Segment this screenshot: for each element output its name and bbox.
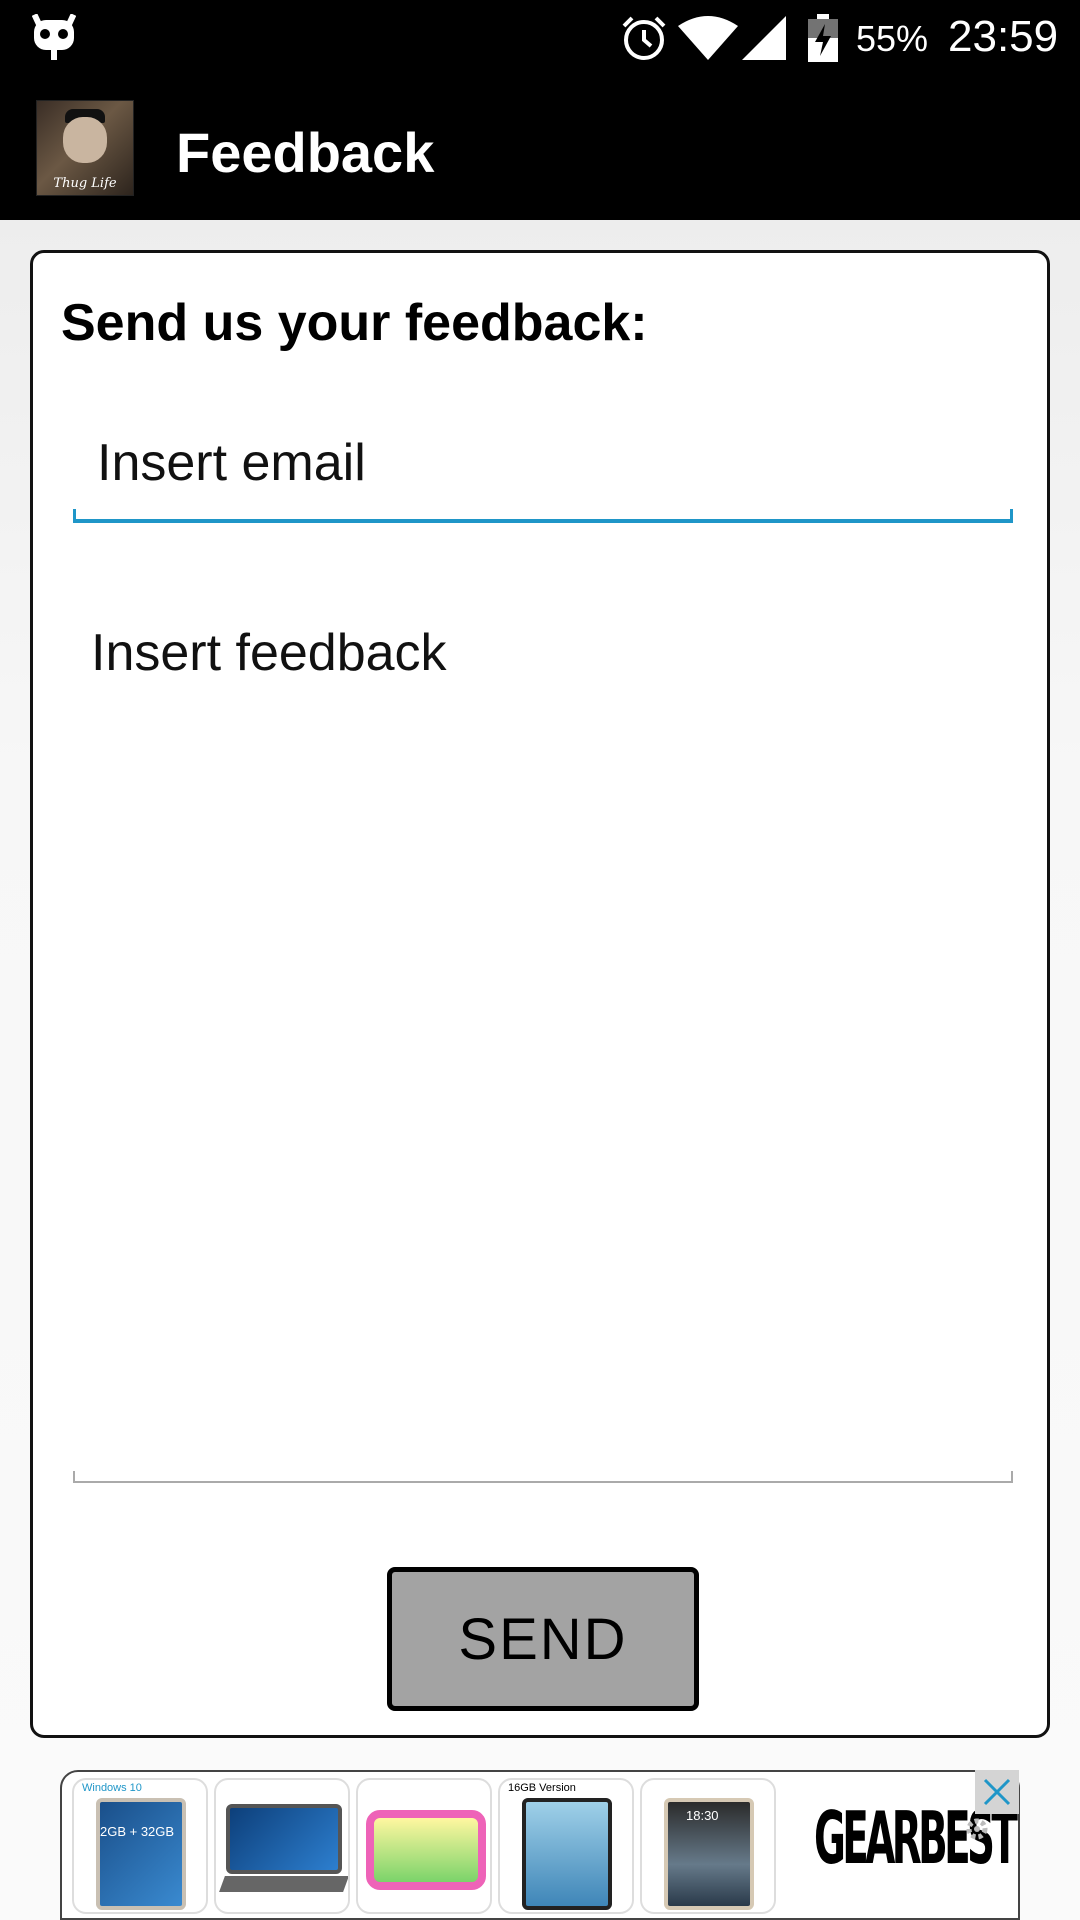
ad-item-tablet-16gb[interactable]: 16GB Version [498, 1778, 634, 1914]
feedback-input[interactable] [73, 603, 1013, 1463]
ad-banner[interactable]: Windows 10 2GB + 32GB 16GB Version 18:30… [60, 1770, 1020, 1920]
ad-item-laptop[interactable] [214, 1778, 350, 1914]
feedback-card: Send us your feedback: SEND [30, 250, 1050, 1738]
email-input[interactable] [73, 413, 1013, 513]
gear-icon [966, 1818, 988, 1840]
signal-icon [742, 16, 786, 60]
dog-shape [63, 117, 107, 163]
ad-item-label: 16GB Version [508, 1782, 576, 1794]
laptop-screen [226, 1804, 342, 1874]
email-field [73, 413, 1013, 523]
cyanogen-icon [32, 14, 76, 60]
status-bar: 55% 23:59 [0, 0, 1080, 98]
alarm-icon [622, 16, 666, 60]
wifi-icon [678, 16, 738, 60]
ad-item-label: Windows 10 [82, 1782, 142, 1794]
ad-close-button[interactable] [975, 1770, 1019, 1814]
laptop-base-shape [219, 1876, 348, 1892]
page-title: Feedback [176, 121, 435, 184]
form-heading: Send us your feedback: [61, 294, 648, 352]
kids-tablet-screen [366, 1810, 486, 1890]
tablet-screen [96, 1798, 186, 1910]
ad-item-spec: 2GB + 32GB [100, 1824, 175, 1839]
logo-text: Thug Life [53, 176, 117, 191]
email-underline [73, 509, 1013, 523]
ad-item-kids-tablet[interactable] [356, 1778, 492, 1914]
tablet-screen [522, 1798, 612, 1910]
ad-item-tablet-windows[interactable]: Windows 10 2GB + 32GB [72, 1778, 208, 1914]
ad-item-tablet-gold[interactable]: 18:30 [640, 1778, 776, 1914]
app-logo: Thug Life [36, 100, 134, 196]
app-bar: Thug Life Feedback [0, 98, 1080, 220]
battery-percent: 55% [856, 18, 929, 59]
clock: 23:59 [948, 12, 1059, 61]
battery-charging-icon [808, 14, 838, 62]
close-icon [983, 1778, 1011, 1806]
feedback-field [73, 603, 1013, 1483]
send-button[interactable]: SEND [387, 1567, 699, 1711]
ad-item-spec: 18:30 [686, 1808, 719, 1823]
feedback-underline [73, 1471, 1013, 1483]
